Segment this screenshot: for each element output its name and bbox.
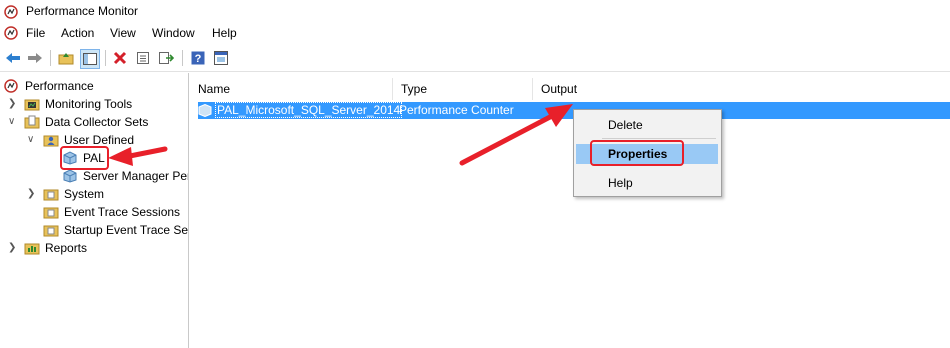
annotation-arrow-properties xyxy=(459,104,573,166)
annotation-arrow-pal xyxy=(108,146,168,166)
annotation-arrows xyxy=(108,104,573,166)
